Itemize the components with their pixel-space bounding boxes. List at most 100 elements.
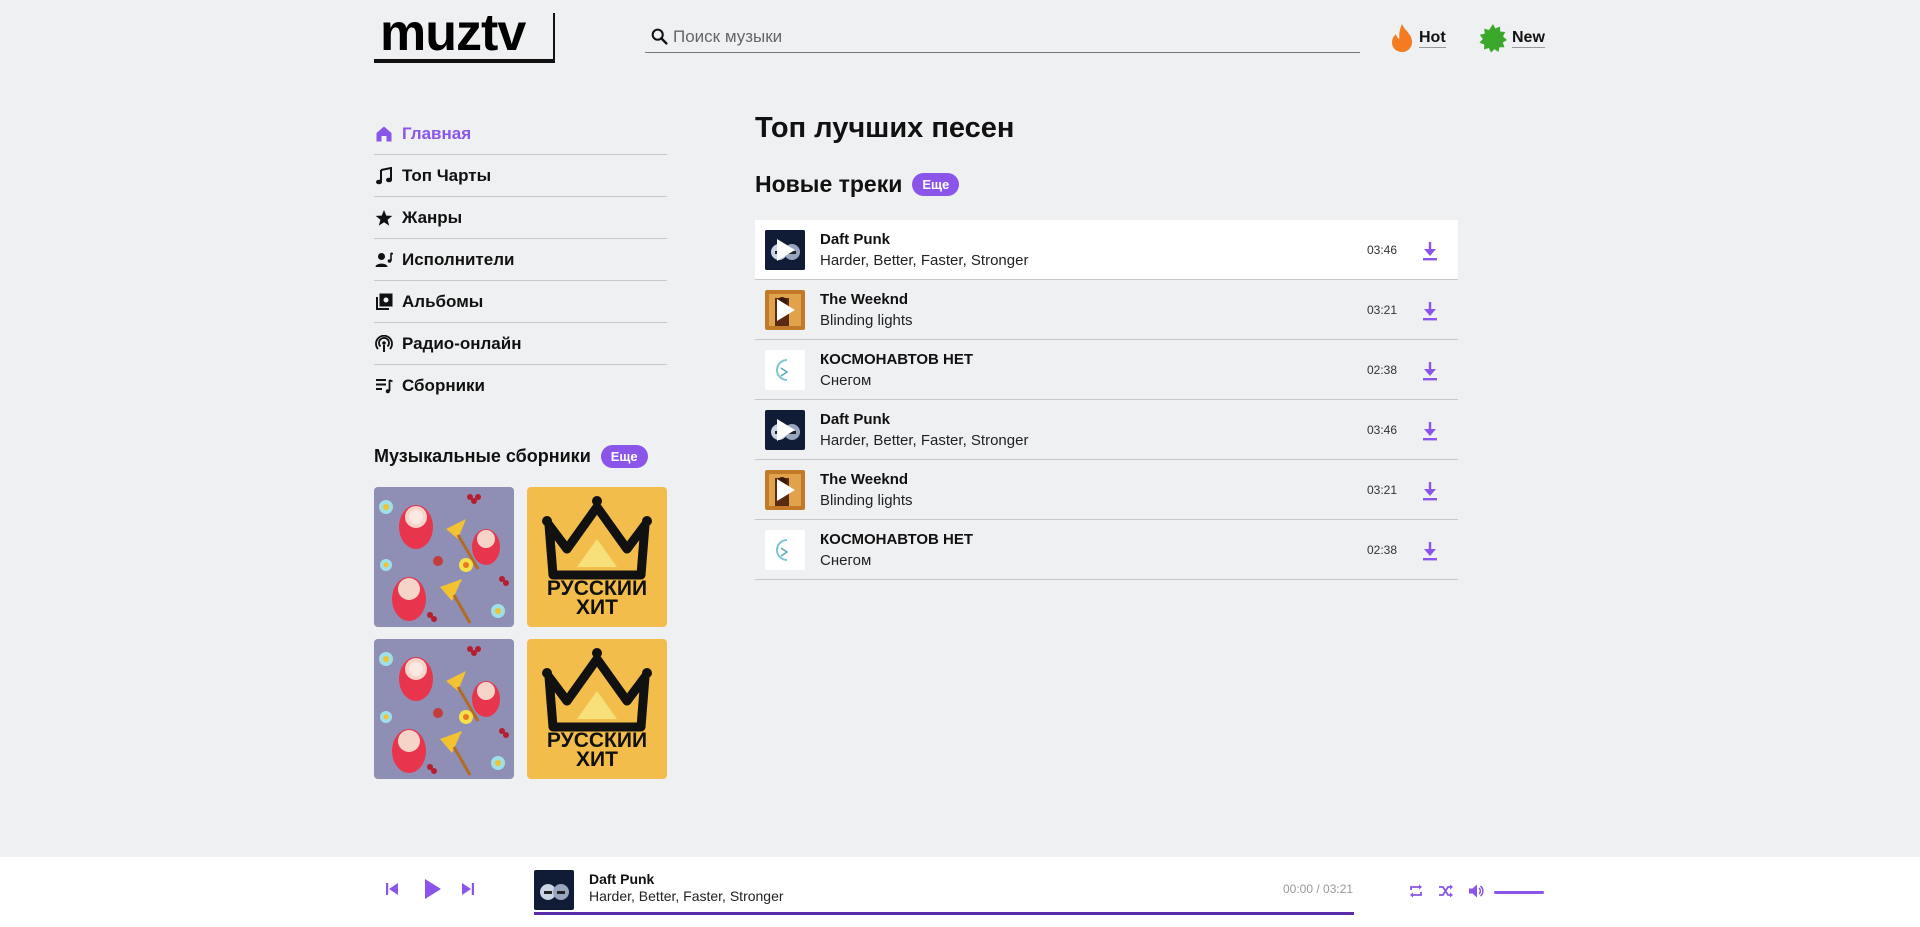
collection-tile[interactable]: [374, 487, 514, 627]
progress-bar[interactable]: [534, 912, 1354, 915]
track-row[interactable]: The Weeknd Blinding lights 03:21: [755, 460, 1458, 520]
nav-item-label: Жанры: [402, 207, 463, 227]
nav-item-top-charts[interactable]: Топ Чарты: [374, 155, 667, 197]
new-label: New: [1512, 28, 1545, 48]
nav-item-home[interactable]: Главная: [374, 113, 667, 155]
track-row[interactable]: The Weeknd Blinding lights 03:21: [755, 280, 1458, 340]
track-title: Снегом: [820, 371, 872, 389]
track-duration: 03:46: [1367, 242, 1398, 257]
logo[interactable]: muztv: [374, 7, 555, 63]
podcast-icon: [374, 334, 394, 354]
track-title: Blinding lights: [820, 491, 913, 509]
collections-more-button[interactable]: Еще: [600, 445, 648, 468]
new-tracks-header: Новые треки Еще: [755, 171, 960, 198]
track-info: КОСМОНАВТОВ НЕТ Снегом: [820, 349, 973, 391]
new-link[interactable]: New: [1478, 22, 1545, 54]
volume-icon[interactable]: [1468, 883, 1484, 899]
track-info: Daft Punk Harder, Better, Faster, Strong…: [820, 229, 1028, 271]
track-artist: The Weeknd: [820, 470, 909, 488]
collection-tile[interactable]: РУССКИЙ ХИТ: [527, 639, 667, 779]
music-note-icon: [374, 166, 394, 186]
search-input[interactable]: [673, 27, 1333, 47]
new-badge-icon: [1479, 24, 1507, 53]
hot-label: Hot: [1419, 28, 1446, 48]
track-list: Daft Punk Harder, Better, Faster, Strong…: [755, 220, 1458, 580]
track-row[interactable]: Daft Punk Harder, Better, Faster, Strong…: [755, 400, 1458, 460]
nav-item-label: Главная: [402, 123, 472, 143]
track-cover[interactable]: [765, 289, 805, 330]
track-row[interactable]: Daft Punk Harder, Better, Faster, Strong…: [755, 220, 1458, 280]
page-title: Топ лучших песен: [755, 112, 1015, 144]
player-bar: Daft Punk Harder, Better, Faster, Strong…: [0, 857, 1920, 927]
new-tracks-more-button[interactable]: Еще: [912, 173, 960, 196]
nav-item-label: Исполнители: [402, 249, 515, 269]
download-icon[interactable]: [1421, 300, 1439, 322]
nav-item-label: Сборники: [402, 376, 485, 395]
progress-fill: [534, 912, 1354, 915]
track-title: Harder, Better, Faster, Stronger: [820, 251, 1029, 269]
nav-item-radio[interactable]: Радио-онлайн: [374, 323, 667, 365]
play-icon: [777, 298, 795, 321]
nav-item-artists[interactable]: Исполнители: [374, 239, 667, 281]
next-icon[interactable]: [460, 881, 476, 897]
search-bar: [645, 22, 1360, 53]
nav-item-label: Радио-онлайн: [402, 333, 522, 353]
track-title: Harder, Better, Faster, Stronger: [820, 431, 1029, 449]
track-row[interactable]: КОСМОНАВТОВ НЕТ Снегом 02:38: [755, 340, 1458, 400]
new-tracks-title: Новые треки: [755, 171, 903, 197]
track-info: The Weeknd Blinding lights: [820, 289, 913, 331]
crown-icon: [542, 496, 652, 580]
playback-time: 00:00 / 03:21: [1283, 882, 1354, 896]
track-info: Daft Punk Harder, Better, Faster, Strong…: [820, 409, 1028, 451]
playlist-icon: [374, 376, 394, 396]
fire-icon: [1392, 24, 1412, 52]
nav-item-label: Альбомы: [402, 291, 484, 311]
track-row[interactable]: КОСМОНАВТОВ НЕТ Снегом 02:38: [755, 520, 1458, 580]
track-artist: Daft Punk: [820, 410, 891, 428]
play-icon: [777, 238, 795, 261]
volume-slider[interactable]: [1494, 891, 1544, 894]
home-icon: [374, 124, 394, 144]
collection-tile[interactable]: [374, 639, 514, 779]
matryoshka-pattern-image: [374, 487, 514, 627]
download-icon[interactable]: [1421, 480, 1439, 502]
download-icon[interactable]: [1421, 420, 1439, 442]
download-icon[interactable]: [1421, 540, 1439, 562]
play-icon[interactable]: [421, 878, 443, 900]
nav-item-collections[interactable]: Сборники: [374, 365, 667, 407]
play-icon: [777, 418, 795, 441]
collections-title: Музыкальные сборники: [374, 446, 591, 466]
track-duration: 02:38: [1367, 542, 1398, 557]
repeat-icon[interactable]: [1408, 883, 1424, 899]
track-title: Снегом: [820, 551, 872, 569]
track-artist: The Weeknd: [820, 290, 909, 308]
previous-icon[interactable]: [384, 881, 400, 897]
nav-item-albums[interactable]: Альбомы: [374, 281, 667, 323]
nav-item-genres[interactable]: Жанры: [374, 197, 667, 239]
track-cover[interactable]: [765, 349, 805, 390]
track-artist: КОСМОНАВТОВ НЕТ: [820, 350, 974, 368]
download-icon[interactable]: [1421, 360, 1439, 382]
track-artist: КОСМОНАВТОВ НЕТ: [820, 530, 974, 548]
crown-icon: [542, 648, 652, 732]
track-cover[interactable]: [765, 229, 805, 270]
now-playing-title: Harder, Better, Faster, Stronger: [589, 888, 784, 904]
collection-tile[interactable]: РУССКИЙ ХИТ: [527, 487, 667, 627]
download-icon[interactable]: [1421, 240, 1439, 262]
nav-item-label: Топ Чарты: [402, 165, 492, 185]
now-playing-cover: [534, 870, 574, 910]
search-icon: [651, 28, 668, 45]
track-cover[interactable]: [765, 409, 805, 450]
page: muztv Hot New Главная Топ Ча: [374, 0, 1548, 857]
track-cover[interactable]: [765, 469, 805, 510]
track-duration: 03:46: [1367, 422, 1398, 437]
hot-link[interactable]: Hot: [1389, 22, 1446, 54]
track-artist: Daft Punk: [820, 230, 891, 248]
now-playing-artist: Daft Punk: [589, 871, 655, 887]
track-info: The Weeknd Blinding lights: [820, 469, 913, 511]
collections-header: Музыкальные сборники Еще: [374, 445, 648, 468]
shuffle-icon[interactable]: [1438, 883, 1454, 899]
track-cover[interactable]: [765, 529, 805, 570]
track-duration: 03:21: [1367, 302, 1398, 317]
track-duration: 03:21: [1367, 482, 1398, 497]
